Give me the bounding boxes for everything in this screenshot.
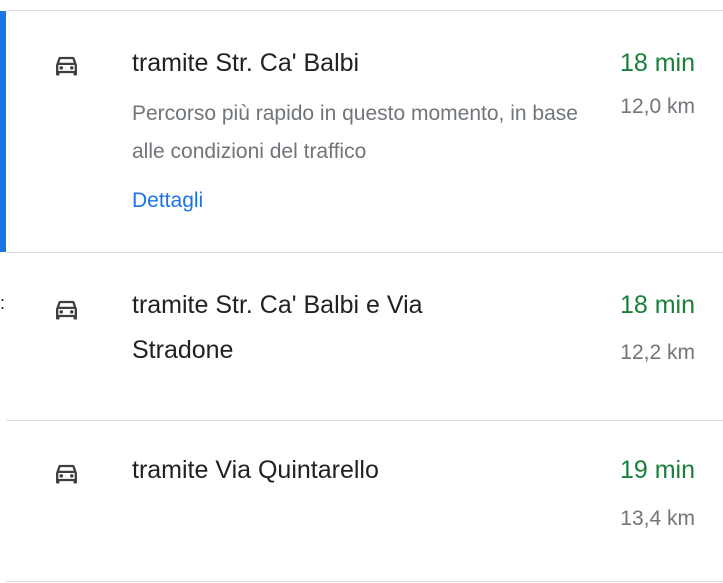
edge-text-fragment: :	[0, 293, 6, 313]
route-title: tramite Str. Ca' Balbi	[132, 49, 360, 77]
car-icon	[56, 56, 77, 76]
route-option-3[interactable]: tramite Via Quintarello 19 min 13,4 km	[6, 421, 723, 582]
route-duration: 18 min	[619, 291, 695, 319]
car-icon	[56, 464, 77, 484]
route-list: tramite Str. Ca' Balbi Percorso più rapi…	[0, 10, 723, 582]
route-distance: 12,2 km	[620, 341, 695, 364]
route-title: tramite Str. Ca' Balbi e Via Stradone	[132, 291, 423, 364]
route-duration: 19 min	[619, 456, 695, 484]
route-option-2[interactable]: tramite Str. Ca' Balbi e Via Stradone 18…	[6, 253, 723, 421]
details-link[interactable]: Dettagli	[132, 189, 203, 213]
route-title: tramite Via Quintarello	[132, 456, 379, 484]
route-description: Percorso più rapido in questo momento, i…	[132, 102, 578, 163]
route-duration: 18 min	[619, 49, 695, 77]
car-icon	[56, 300, 77, 320]
route-distance: 13,4 km	[620, 507, 695, 530]
route-distance: 12,0 km	[620, 95, 695, 118]
route-option-1[interactable]: tramite Str. Ca' Balbi Percorso più rapi…	[0, 10, 723, 253]
